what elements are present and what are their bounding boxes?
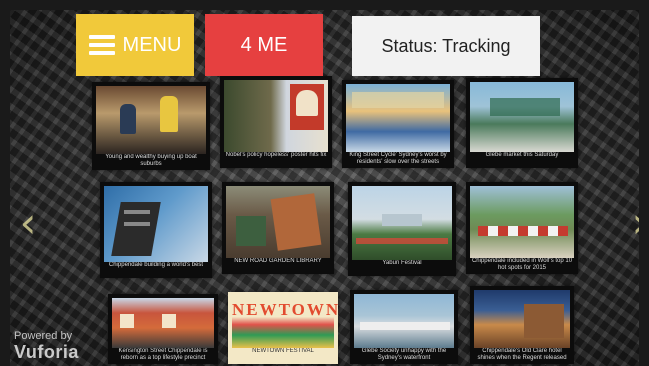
chevron-right-icon[interactable]: › [630, 198, 639, 248]
chevron-left-icon[interactable]: ‹ [18, 198, 38, 248]
for-me-button-label: 4 ME [240, 33, 288, 56]
news-card[interactable]: Kensington Street Chippendale is reborn … [108, 294, 218, 364]
newtown-title: NEWTOWN [232, 300, 341, 319]
card-image [346, 84, 450, 152]
news-card[interactable]: Yabun Festival [348, 182, 456, 276]
news-card[interactable]: Glebe Society unhappy with the Sydney's … [350, 290, 458, 364]
news-card[interactable]: NEWTOWN NEWTOWN FESTIVAL [228, 292, 338, 364]
card-image [226, 186, 330, 258]
card-caption: NEW ROAD GARDEN LIBRARY [234, 258, 322, 264]
card-image [470, 82, 574, 152]
card-image [474, 290, 570, 348]
card-caption: Kensington Street Chippendale is reborn … [118, 348, 208, 361]
hamburger-menu-icon [88, 31, 115, 59]
news-card[interactable]: Glebe market this Saturday [466, 78, 578, 168]
card-caption: Glebe Society unhappy with the Sydney's … [361, 348, 447, 361]
card-image [96, 86, 206, 154]
card-caption: Chippendale building a world's best [108, 262, 204, 268]
news-card[interactable]: Nobel's policy hopeless' poster hits fix [220, 76, 332, 168]
vuforia-branding: Powered by Vuforia [14, 330, 79, 362]
news-card[interactable]: Chippendale's Old Clare hotel shines whe… [470, 286, 574, 364]
for-me-button[interactable]: 4 ME [205, 14, 323, 76]
menu-button[interactable]: MENU [76, 14, 194, 76]
card-image: NEWTOWN [232, 296, 341, 348]
card-caption: Nobel's policy hopeless' poster hits fix [225, 152, 327, 158]
news-card[interactable]: Chippendale included in Wolf's top 10 ho… [466, 182, 578, 274]
card-caption: Yabun Festival [382, 260, 422, 266]
news-card[interactable]: NEW ROAD GARDEN LIBRARY [222, 182, 334, 274]
card-image [224, 80, 328, 152]
status-text: Status: Tracking [381, 35, 511, 56]
news-card[interactable]: Chippendale building a world's best [100, 182, 212, 278]
card-image [470, 186, 574, 258]
card-image [104, 186, 208, 262]
powered-by-label: Powered by [14, 330, 73, 342]
card-caption: King Street Cycle' Sydney's worst by res… [349, 152, 447, 165]
card-image [352, 186, 452, 260]
card-image [354, 294, 454, 348]
news-card[interactable]: King Street Cycle' Sydney's worst by res… [342, 80, 454, 168]
card-caption: Glebe market this Saturday [485, 152, 559, 158]
status-indicator: Status: Tracking [352, 16, 540, 76]
card-caption: Chippendale included in Wolf's top 10 ho… [471, 258, 573, 271]
card-image [112, 298, 214, 348]
card-caption: Young and wealthy buying up boat suburbs [105, 154, 197, 167]
news-card[interactable]: Young and wealthy buying up boat suburbs [92, 82, 210, 170]
card-caption: Chippendale's Old Clare hotel shines whe… [477, 348, 567, 361]
menu-button-label: MENU [122, 33, 182, 56]
card-caption: NEWTOWN FESTIVAL [252, 348, 314, 354]
vuforia-logo: Vuforia [14, 342, 79, 362]
